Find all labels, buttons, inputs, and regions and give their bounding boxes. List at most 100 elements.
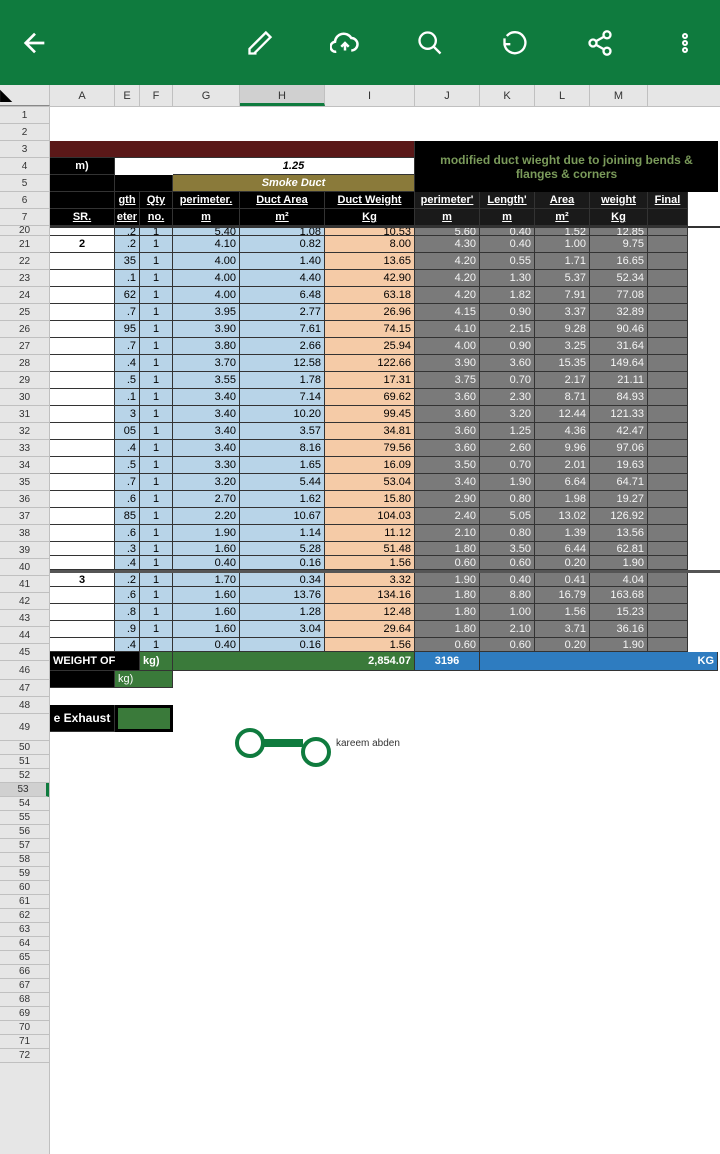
hdr-perimeter: perimeter. <box>173 192 240 209</box>
hdr-weight: Duct Weight <box>325 192 415 209</box>
row-44[interactable]: 44 <box>0 627 49 644</box>
row-5[interactable]: 5 <box>0 175 49 192</box>
table-cell: 85 <box>115 508 140 525</box>
table-cell: .6 <box>115 587 140 604</box>
hdr-perimeter-m: perimeter' <box>415 192 480 209</box>
table-cell: .8 <box>115 604 140 621</box>
row-43[interactable]: 43 <box>0 610 49 627</box>
row-38[interactable]: 38 <box>0 525 49 542</box>
col-H[interactable]: H <box>240 85 325 106</box>
row-28[interactable]: 28 <box>0 355 49 372</box>
table-cell: .7 <box>115 338 140 355</box>
hdr-qty: Qty <box>140 192 173 209</box>
more-icon[interactable] <box>665 23 705 63</box>
hdr-length: gth <box>115 192 140 209</box>
row-41[interactable]: 41 <box>0 576 49 593</box>
table-cell: .1 <box>115 270 140 287</box>
col-J[interactable]: J <box>415 85 480 106</box>
row-23[interactable]: 23 <box>0 270 49 287</box>
hdr-final: Final <box>648 192 688 209</box>
table-cell: 62 <box>115 287 140 304</box>
smoke-duct-label: Smoke Duct <box>173 175 415 192</box>
row-31[interactable]: 31 <box>0 406 49 423</box>
row-22[interactable]: 22 <box>0 253 49 270</box>
back-icon[interactable] <box>15 23 55 63</box>
table-cell: .7 <box>115 304 140 321</box>
col-K[interactable]: K <box>480 85 535 106</box>
hdr-sr: SR. <box>50 209 115 226</box>
table-cell: .2 <box>115 573 140 587</box>
hdr-length-m: Length' <box>480 192 535 209</box>
exhaust-label: e Exhaust <box>50 705 115 732</box>
table-cell: 95 <box>115 321 140 338</box>
column-headers: ◣ A E F G H I J K L M <box>0 85 720 107</box>
row-30[interactable]: 30 <box>0 389 49 406</box>
row-24[interactable]: 24 <box>0 287 49 304</box>
row-21[interactable]: 21 <box>0 236 49 253</box>
table-cell: .4 <box>115 638 140 652</box>
table-cell: .4 <box>115 440 140 457</box>
table-cell: .7 <box>115 474 140 491</box>
table-cell: 05 <box>115 423 140 440</box>
total-label: WEIGHT OF <box>50 652 140 671</box>
hdr-weight-m: weight <box>590 192 648 209</box>
col-G[interactable]: G <box>173 85 240 106</box>
table-cell: .4 <box>115 355 140 372</box>
row-40[interactable]: 40 <box>0 559 49 576</box>
row-45[interactable]: 45 <box>0 644 49 661</box>
table-cell: .4 <box>115 556 140 570</box>
row-39[interactable]: 39 <box>0 542 49 559</box>
spreadsheet-cells[interactable]: modified duct wieght due to joining bend… <box>50 107 720 1154</box>
cloud-upload-icon[interactable] <box>325 23 365 63</box>
titlebar <box>0 0 720 85</box>
col-E[interactable]: E <box>115 85 140 106</box>
row-26[interactable]: 26 <box>0 321 49 338</box>
total-weight-2: 3196 <box>415 652 480 671</box>
undo-icon[interactable] <box>495 23 535 63</box>
select-all-corner[interactable]: ◣ <box>0 85 50 106</box>
row-1[interactable]: 1 <box>0 107 49 124</box>
col-L[interactable]: L <box>535 85 590 106</box>
row-7[interactable]: 7 <box>0 209 49 226</box>
row-27[interactable]: 27 <box>0 338 49 355</box>
total-weight-1: 2,854.07 <box>173 652 415 671</box>
row-25[interactable]: 25 <box>0 304 49 321</box>
table-cell: .5 <box>115 457 140 474</box>
modified-header: modified duct wieght due to joining bend… <box>415 141 718 192</box>
share-icon[interactable] <box>580 23 620 63</box>
row-35[interactable]: 35 <box>0 474 49 491</box>
row-33[interactable]: 33 <box>0 440 49 457</box>
row-37[interactable]: 37 <box>0 508 49 525</box>
row-2[interactable]: 2 <box>0 124 49 141</box>
table-cell: .3 <box>115 542 140 556</box>
row-34[interactable]: 34 <box>0 457 49 474</box>
hdr-area: Duct Area <box>240 192 325 209</box>
col-I[interactable]: I <box>325 85 415 106</box>
table-cell: 3 <box>115 406 140 423</box>
table-cell: .2 <box>115 236 140 253</box>
table-cell: .6 <box>115 491 140 508</box>
table-cell: .9 <box>115 621 140 638</box>
hdr-area-m: Area <box>535 192 590 209</box>
row-29[interactable]: 29 <box>0 372 49 389</box>
table-cell: .1 <box>115 389 140 406</box>
col-A[interactable]: A <box>50 85 115 106</box>
thickness-value: 1.25 <box>173 158 415 175</box>
table-cell: 35 <box>115 253 140 270</box>
unit-m: m) <box>50 158 115 175</box>
table-cell: .6 <box>115 525 140 542</box>
table-cell: .5 <box>115 372 140 389</box>
col-F[interactable]: F <box>140 85 173 106</box>
row-32[interactable]: 32 <box>0 423 49 440</box>
col-M[interactable]: M <box>590 85 648 106</box>
edit-icon[interactable] <box>240 23 280 63</box>
row-headers: 1234567202122232425262728293031323334353… <box>0 107 50 1154</box>
signature-text: kareem abden <box>336 738 400 749</box>
row-42[interactable]: 42 <box>0 593 49 610</box>
row-4[interactable]: 4 <box>0 158 49 175</box>
row-3[interactable]: 3 <box>0 141 49 158</box>
search-icon[interactable] <box>410 23 450 63</box>
row-6[interactable]: 6 <box>0 192 49 209</box>
signature-graphic: kareem abden <box>235 719 400 767</box>
row-36[interactable]: 36 <box>0 491 49 508</box>
